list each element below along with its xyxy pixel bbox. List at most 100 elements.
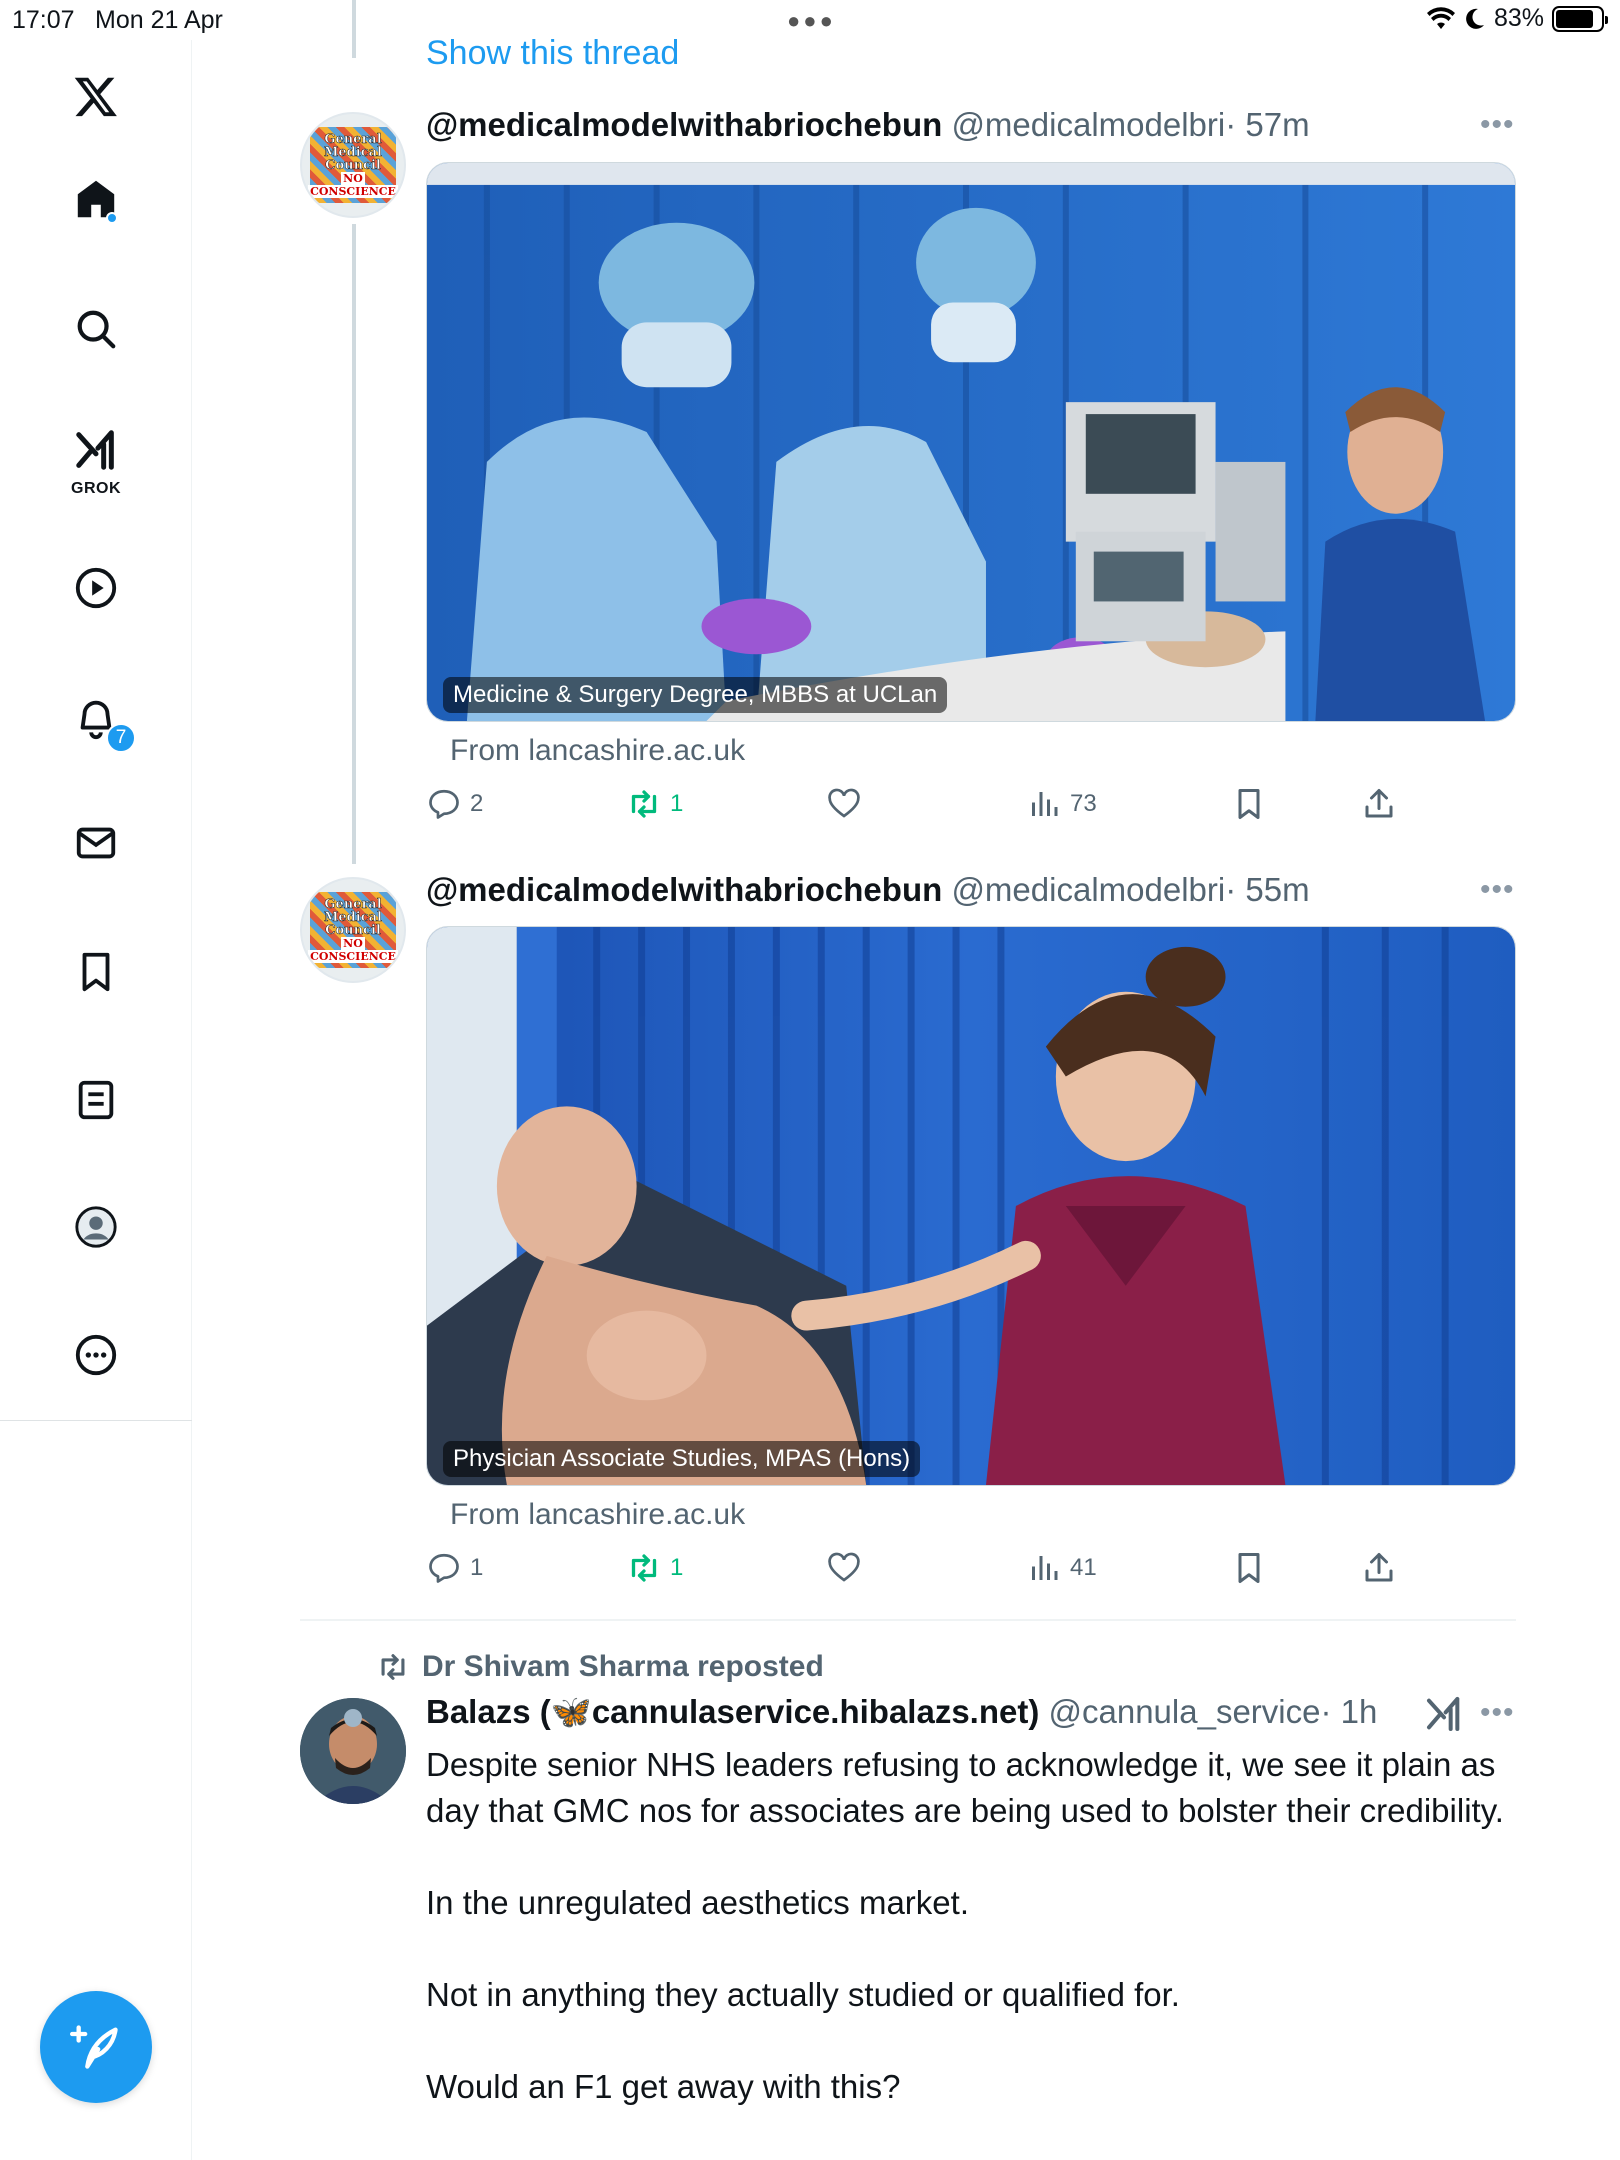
avatar[interactable] [300,1698,406,1804]
share-icon [1365,789,1393,818]
surgery-photo [427,163,1515,721]
link-source[interactable]: From lancashire.ac.uk [450,1498,745,1532]
status-indicators: 83% [1426,4,1608,33]
gmc-logo-avatar: General Medical Council NO CONSCIENCE [308,127,398,203]
avatar-line-3: Council [325,157,381,173]
avatar[interactable]: General Medical Council NO CONSCIENCE [300,112,406,218]
display-name-prefix: Balazs ( [426,1693,551,1730]
status-time: 17:07 [12,6,75,34]
avatar-line-1: General [324,896,382,912]
heart-icon [828,788,860,818]
multitasking-dots-icon[interactable]: ●●● [787,8,836,34]
share-icon [1365,1553,1393,1582]
like-button[interactable] [826,1550,862,1586]
battery-icon [1552,5,1608,32]
display-name[interactable]: @medicalmodelwithabriochebun [426,106,942,143]
views-chart-icon [1032,792,1058,816]
status-date: Mon 21 Apr [95,6,223,34]
search-icon[interactable] [66,299,126,359]
x-logo-icon[interactable] [66,66,126,126]
grok-icon[interactable] [66,420,126,480]
tweet-actions: 2 1 73 [426,786,1426,826]
reply-icon [429,789,459,819]
timestamp[interactable]: · 55m [1225,871,1309,908]
like-button[interactable] [826,786,862,822]
views-chart-icon [1032,1556,1058,1580]
butterfly-icon: 🦋 [550,1693,592,1730]
tweet-text: Despite senior NHS leaders refusing to a… [426,1742,1516,2156]
repost-button[interactable]: 1 [626,786,683,822]
avatar[interactable]: General Medical Council NO CONSCIENCE [300,877,406,983]
video-icon[interactable] [66,558,126,618]
handle[interactable]: @medicalmodelbri [951,871,1225,908]
moon-icon [1466,8,1484,29]
wifi-icon [1426,6,1455,29]
views-button[interactable]: 73 [1026,786,1097,822]
grok-label: GROK [71,480,121,497]
avatar-line-2: Medical [324,144,382,160]
bookmark-icon [1238,789,1260,819]
profile-icon[interactable] [66,1197,126,1257]
lists-icon[interactable] [66,1070,126,1130]
tweet-header: @medicalmodelwithabriochebun @medicalmod… [426,871,1310,909]
avatar-line-3: Council [325,922,381,938]
display-name[interactable]: Balazs (🦋cannulaservice.hibalazs.net) [426,1693,1039,1730]
avatar-line-2: Medical [324,909,382,925]
notifications-badge: 7 [106,723,136,753]
tweet-paragraph: Not in anything they actually studied or… [426,1976,1180,2013]
handle[interactable]: @cannula_service [1049,1693,1321,1730]
views-count: 41 [1070,1554,1097,1581]
thread-connector-top [352,0,356,58]
sidebar-nav: GROK 7 [0,40,192,2160]
home-unread-dot [106,212,118,224]
share-button[interactable] [1361,786,1397,822]
display-name-suffix: cannulaservice.hibalazs.net) [591,1693,1040,1730]
bookmarks-icon[interactable] [66,942,126,1002]
share-button[interactable] [1361,1550,1397,1586]
link-card-image[interactable]: Physician Associate Studies, MPAS (Hons) [426,926,1516,1486]
heart-icon [828,1552,860,1582]
bookmark-button[interactable] [1231,786,1267,822]
messages-icon[interactable] [66,813,126,873]
mannequin-photo [427,927,1515,1485]
compose-button[interactable] [40,1991,152,2103]
reply-count: 2 [470,790,484,817]
more-icon[interactable] [66,1325,126,1385]
bookmark-icon [1238,1553,1260,1583]
repost-icon [381,1654,405,1680]
show-thread-link[interactable]: Show this thread [426,34,679,73]
reply-button[interactable]: 2 [426,786,483,822]
reply-button[interactable]: 1 [426,1550,483,1586]
repost-icon [631,790,657,818]
tweet-paragraph: Would an F1 get away with this? [426,2068,901,2105]
more-options-icon[interactable]: ••• [1480,1696,1515,1730]
link-source[interactable]: From lancashire.ac.uk [450,734,745,768]
reply-count: 1 [470,1554,484,1581]
tweet-paragraph: In the unregulated aesthetics market. [426,1884,969,1921]
views-button[interactable]: 41 [1026,1550,1097,1586]
timestamp[interactable]: · 1h [1320,1693,1377,1730]
reposted-by-label[interactable]: Dr Shivam Sharma reposted [422,1650,824,1684]
views-count: 73 [1070,790,1097,817]
repost-count: 1 [670,790,684,817]
repost-count: 1 [670,1554,684,1581]
avatar-line-4: NO [341,171,365,185]
repost-button[interactable]: 1 [626,1550,683,1586]
avatar-line-5: CONSCIENCE [308,184,398,198]
reply-icon [429,1553,459,1583]
tweet-header: Balazs (🦋cannulaservice.hibalazs.net) @c… [426,1693,1377,1732]
thread-connector [352,224,356,864]
grok-explain-icon[interactable] [1424,1694,1464,1734]
repost-icon [631,1554,657,1582]
more-options-icon[interactable]: ••• [1480,108,1515,142]
tweet-header: @medicalmodelwithabriochebun @medicalmod… [426,106,1310,144]
tweet-actions: 1 1 41 [426,1550,1426,1590]
timestamp[interactable]: · 57m [1225,106,1309,143]
battery-percent: 83% [1493,4,1544,32]
bookmark-button[interactable] [1231,1550,1267,1586]
handle[interactable]: @medicalmodelbri [951,106,1225,143]
more-options-icon[interactable]: ••• [1480,873,1515,907]
display-name[interactable]: @medicalmodelwithabriochebun [426,871,942,908]
repost-context: Dr Shivam Sharma reposted [376,1650,824,1684]
link-card-image[interactable]: Medicine & Surgery Degree, MBBS at UCLan [426,162,1516,722]
